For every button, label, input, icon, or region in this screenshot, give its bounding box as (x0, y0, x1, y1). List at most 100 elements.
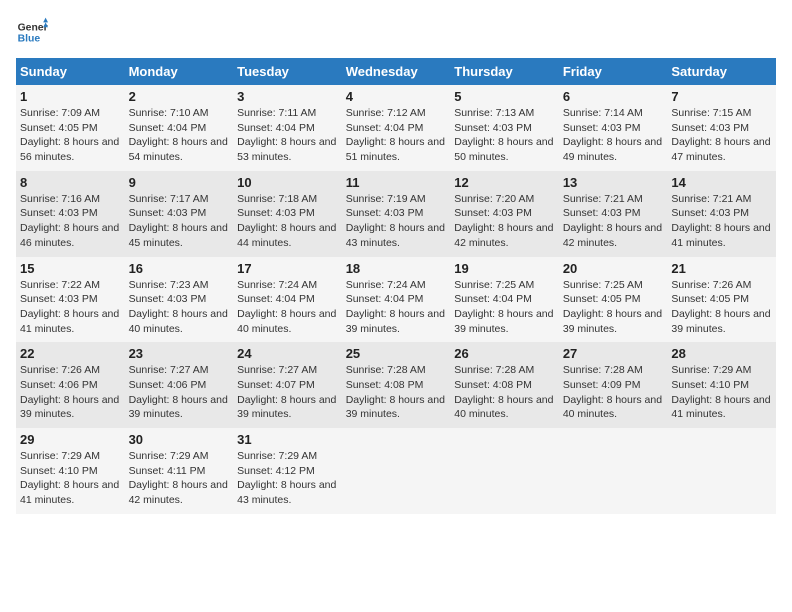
weekday-header-thursday: Thursday (450, 58, 559, 85)
day-number: 14 (671, 175, 772, 190)
daylight-text: Daylight: 8 hours and 39 minutes. (454, 307, 555, 336)
sunrise-text: Sunrise: 7:28 AM (454, 363, 555, 378)
daylight-text: Daylight: 8 hours and 46 minutes. (20, 221, 121, 250)
weekday-header-sunday: Sunday (16, 58, 125, 85)
sunset-text: Sunset: 4:03 PM (346, 206, 447, 221)
day-info: Sunrise: 7:20 AM Sunset: 4:03 PM Dayligh… (454, 192, 555, 251)
day-info: Sunrise: 7:29 AM Sunset: 4:12 PM Dayligh… (237, 449, 338, 508)
sunrise-text: Sunrise: 7:17 AM (129, 192, 230, 207)
sunrise-text: Sunrise: 7:29 AM (237, 449, 338, 464)
sunset-text: Sunset: 4:08 PM (454, 378, 555, 393)
daylight-text: Daylight: 8 hours and 42 minutes. (454, 221, 555, 250)
day-info: Sunrise: 7:10 AM Sunset: 4:04 PM Dayligh… (129, 106, 230, 165)
sunrise-text: Sunrise: 7:27 AM (237, 363, 338, 378)
calendar-cell: 13 Sunrise: 7:21 AM Sunset: 4:03 PM Dayl… (559, 171, 668, 257)
calendar-cell: 4 Sunrise: 7:12 AM Sunset: 4:04 PM Dayli… (342, 85, 451, 171)
day-number: 31 (237, 432, 338, 447)
calendar-cell: 25 Sunrise: 7:28 AM Sunset: 4:08 PM Dayl… (342, 342, 451, 428)
sunrise-text: Sunrise: 7:25 AM (454, 278, 555, 293)
svg-text:Blue: Blue (18, 34, 41, 45)
sunrise-text: Sunrise: 7:29 AM (671, 363, 772, 378)
day-info: Sunrise: 7:24 AM Sunset: 4:04 PM Dayligh… (346, 278, 447, 337)
sunrise-text: Sunrise: 7:26 AM (20, 363, 121, 378)
day-info: Sunrise: 7:22 AM Sunset: 4:03 PM Dayligh… (20, 278, 121, 337)
sunset-text: Sunset: 4:03 PM (454, 206, 555, 221)
sunrise-text: Sunrise: 7:09 AM (20, 106, 121, 121)
calendar-cell: 1 Sunrise: 7:09 AM Sunset: 4:05 PM Dayli… (16, 85, 125, 171)
day-number: 26 (454, 346, 555, 361)
sunset-text: Sunset: 4:06 PM (20, 378, 121, 393)
sunrise-text: Sunrise: 7:27 AM (129, 363, 230, 378)
sunset-text: Sunset: 4:08 PM (346, 378, 447, 393)
calendar-cell: 8 Sunrise: 7:16 AM Sunset: 4:03 PM Dayli… (16, 171, 125, 257)
weekday-header-row: SundayMondayTuesdayWednesdayThursdayFrid… (16, 58, 776, 85)
calendar-cell: 26 Sunrise: 7:28 AM Sunset: 4:08 PM Dayl… (450, 342, 559, 428)
day-info: Sunrise: 7:16 AM Sunset: 4:03 PM Dayligh… (20, 192, 121, 251)
calendar-cell: 20 Sunrise: 7:25 AM Sunset: 4:05 PM Dayl… (559, 257, 668, 343)
daylight-text: Daylight: 8 hours and 40 minutes. (237, 307, 338, 336)
daylight-text: Daylight: 8 hours and 51 minutes. (346, 135, 447, 164)
daylight-text: Daylight: 8 hours and 49 minutes. (563, 135, 664, 164)
calendar-table: SundayMondayTuesdayWednesdayThursdayFrid… (16, 58, 776, 514)
day-number: 28 (671, 346, 772, 361)
sunset-text: Sunset: 4:03 PM (454, 121, 555, 136)
day-number: 1 (20, 89, 121, 104)
day-number: 13 (563, 175, 664, 190)
day-number: 11 (346, 175, 447, 190)
sunset-text: Sunset: 4:03 PM (563, 121, 664, 136)
sunset-text: Sunset: 4:03 PM (129, 206, 230, 221)
day-info: Sunrise: 7:26 AM Sunset: 4:05 PM Dayligh… (671, 278, 772, 337)
calendar-cell: 9 Sunrise: 7:17 AM Sunset: 4:03 PM Dayli… (125, 171, 234, 257)
sunrise-text: Sunrise: 7:24 AM (346, 278, 447, 293)
sunset-text: Sunset: 4:03 PM (20, 292, 121, 307)
day-number: 19 (454, 261, 555, 276)
sunset-text: Sunset: 4:04 PM (237, 121, 338, 136)
calendar-cell: 11 Sunrise: 7:19 AM Sunset: 4:03 PM Dayl… (342, 171, 451, 257)
calendar-week-row: 8 Sunrise: 7:16 AM Sunset: 4:03 PM Dayli… (16, 171, 776, 257)
sunset-text: Sunset: 4:04 PM (237, 292, 338, 307)
sunrise-text: Sunrise: 7:18 AM (237, 192, 338, 207)
calendar-cell: 10 Sunrise: 7:18 AM Sunset: 4:03 PM Dayl… (233, 171, 342, 257)
daylight-text: Daylight: 8 hours and 41 minutes. (20, 307, 121, 336)
calendar-cell (559, 428, 668, 514)
day-number: 22 (20, 346, 121, 361)
sunrise-text: Sunrise: 7:15 AM (671, 106, 772, 121)
calendar-cell: 16 Sunrise: 7:23 AM Sunset: 4:03 PM Dayl… (125, 257, 234, 343)
daylight-text: Daylight: 8 hours and 41 minutes. (20, 478, 121, 507)
day-info: Sunrise: 7:12 AM Sunset: 4:04 PM Dayligh… (346, 106, 447, 165)
sunset-text: Sunset: 4:03 PM (129, 292, 230, 307)
calendar-cell (667, 428, 776, 514)
daylight-text: Daylight: 8 hours and 50 minutes. (454, 135, 555, 164)
sunset-text: Sunset: 4:03 PM (237, 206, 338, 221)
sunset-text: Sunset: 4:04 PM (129, 121, 230, 136)
calendar-cell: 14 Sunrise: 7:21 AM Sunset: 4:03 PM Dayl… (667, 171, 776, 257)
day-number: 27 (563, 346, 664, 361)
sunrise-text: Sunrise: 7:28 AM (563, 363, 664, 378)
daylight-text: Daylight: 8 hours and 47 minutes. (671, 135, 772, 164)
day-info: Sunrise: 7:29 AM Sunset: 4:11 PM Dayligh… (129, 449, 230, 508)
calendar-cell: 3 Sunrise: 7:11 AM Sunset: 4:04 PM Dayli… (233, 85, 342, 171)
day-number: 16 (129, 261, 230, 276)
sunrise-text: Sunrise: 7:21 AM (671, 192, 772, 207)
calendar-cell: 6 Sunrise: 7:14 AM Sunset: 4:03 PM Dayli… (559, 85, 668, 171)
sunset-text: Sunset: 4:05 PM (563, 292, 664, 307)
day-info: Sunrise: 7:24 AM Sunset: 4:04 PM Dayligh… (237, 278, 338, 337)
calendar-week-row: 29 Sunrise: 7:29 AM Sunset: 4:10 PM Dayl… (16, 428, 776, 514)
day-number: 30 (129, 432, 230, 447)
sunset-text: Sunset: 4:05 PM (20, 121, 121, 136)
sunset-text: Sunset: 4:04 PM (454, 292, 555, 307)
daylight-text: Daylight: 8 hours and 44 minutes. (237, 221, 338, 250)
calendar-cell: 30 Sunrise: 7:29 AM Sunset: 4:11 PM Dayl… (125, 428, 234, 514)
calendar-cell: 31 Sunrise: 7:29 AM Sunset: 4:12 PM Dayl… (233, 428, 342, 514)
daylight-text: Daylight: 8 hours and 45 minutes. (129, 221, 230, 250)
calendar-cell: 19 Sunrise: 7:25 AM Sunset: 4:04 PM Dayl… (450, 257, 559, 343)
daylight-text: Daylight: 8 hours and 39 minutes. (237, 393, 338, 422)
calendar-cell: 21 Sunrise: 7:26 AM Sunset: 4:05 PM Dayl… (667, 257, 776, 343)
daylight-text: Daylight: 8 hours and 53 minutes. (237, 135, 338, 164)
sunset-text: Sunset: 4:03 PM (20, 206, 121, 221)
day-info: Sunrise: 7:27 AM Sunset: 4:07 PM Dayligh… (237, 363, 338, 422)
calendar-week-row: 1 Sunrise: 7:09 AM Sunset: 4:05 PM Dayli… (16, 85, 776, 171)
sunrise-text: Sunrise: 7:10 AM (129, 106, 230, 121)
sunset-text: Sunset: 4:03 PM (671, 121, 772, 136)
daylight-text: Daylight: 8 hours and 42 minutes. (129, 478, 230, 507)
